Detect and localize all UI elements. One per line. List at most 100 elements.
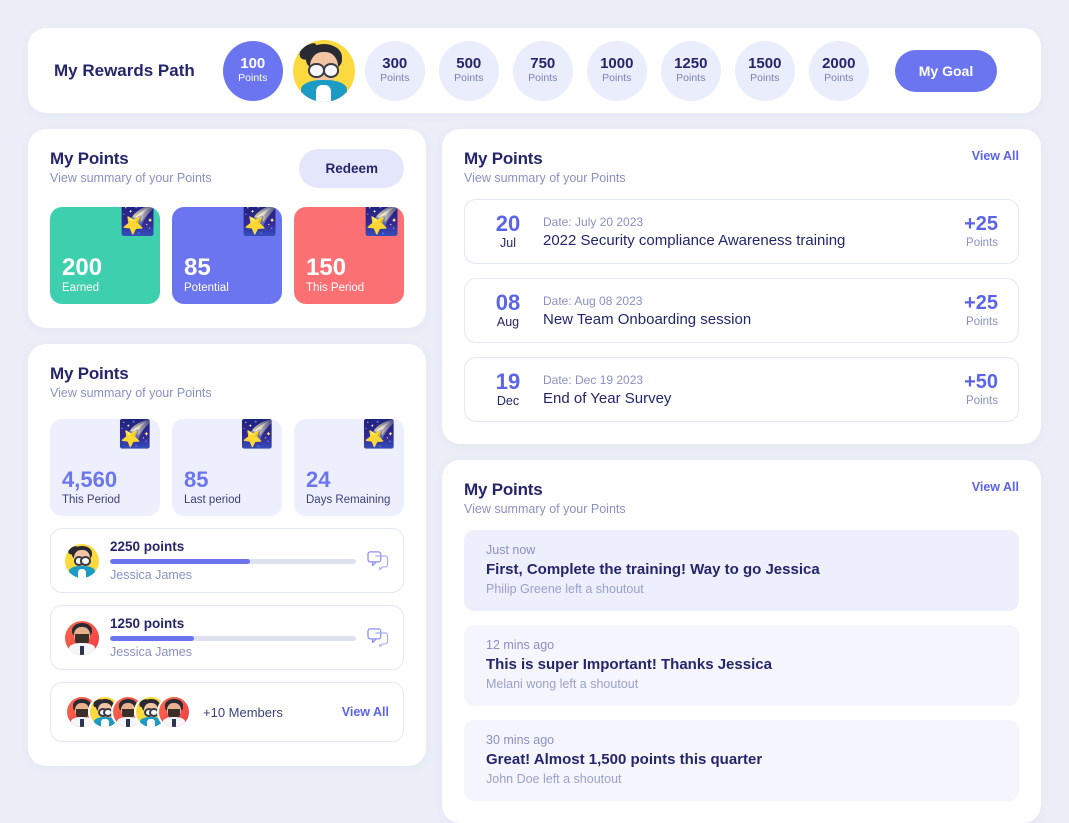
leaderboard-row-body: 1250 points Jessica James	[110, 616, 356, 659]
reward-step-500[interactable]: 500 Points	[438, 40, 499, 101]
points-summary-header: My Points View summary of your Points Re…	[50, 149, 404, 188]
reward-step-value: 300	[382, 55, 408, 73]
shooting-star-icon: 🌠	[118, 419, 152, 449]
entry-date-text: Date: July 20 2023	[543, 214, 644, 229]
members-count-label: +10 Members	[203, 704, 283, 720]
points-feed-card: My Points View summary of your Points Vi…	[442, 129, 1041, 444]
entry-points-block: +50 Points	[964, 372, 998, 407]
my-goal-button[interactable]: My Goal	[894, 49, 998, 92]
entry-day: 19	[495, 369, 521, 394]
entry-date-text: Date: Aug 08 2023	[543, 293, 643, 308]
reward-step-2000[interactable]: 2000 Points	[808, 40, 869, 101]
points-feed-heading: My Points View summary of your Points	[464, 149, 626, 185]
shoutouts-header: My Points View summary of your Points Vi…	[464, 480, 1019, 516]
shoutout-time: Just now	[486, 543, 536, 557]
chat-bubble-icon[interactable]	[367, 550, 389, 571]
points-summary-subtitle: View summary of your Points	[50, 171, 212, 185]
entry-day: 20	[495, 211, 521, 236]
points-feed-header: My Points View summary of your Points Vi…	[464, 149, 1019, 185]
leaderboard-row[interactable]: 2250 points Jessica James	[50, 528, 404, 593]
reward-step-unit: Points	[238, 72, 268, 85]
reward-step-1500[interactable]: 1500 Points	[734, 40, 795, 101]
leaderboard-row-body: 2250 points Jessica James	[110, 539, 356, 582]
rewards-path-card: My Rewards Path 100 Points 300 Points 500 Poi…	[28, 28, 1041, 113]
reward-step-unit: Points	[528, 72, 558, 85]
members-view-all-link[interactable]: View All	[342, 705, 389, 719]
stat-tile-last-period: 🌠 85 Last period	[172, 419, 282, 516]
reward-step-value: 500	[456, 55, 482, 73]
reward-step-value: 100	[240, 55, 266, 73]
shoutout-message: This is super Important! Thanks Jessica	[486, 656, 772, 673]
current-user-avatar	[292, 39, 355, 102]
points-summary-title: My Points	[50, 149, 129, 168]
shoutouts-title: My Points	[464, 480, 543, 499]
entry-date-text: Date: Dec 19 2023	[543, 372, 644, 387]
points-feed-view-all-link[interactable]: View All	[972, 149, 1019, 163]
points-entry[interactable]: 19 Dec Date: Dec 19 2023 End of Year Survey…	[464, 357, 1019, 422]
leaderboard-progress-bar	[110, 559, 356, 564]
leaderboard-row[interactable]: 1250 points Jessica James	[50, 605, 404, 670]
left-column: My Points View summary of your Points Re…	[28, 129, 426, 766]
members-row[interactable]: +10 Members View All	[50, 682, 404, 742]
right-column: My Points View summary of your Points Vi…	[442, 129, 1041, 823]
shoutout-message: Great! Almost 1,500 points this quarter	[486, 751, 763, 768]
reward-step-unit: Points	[676, 72, 706, 85]
shooting-star-icon: 🌠	[363, 207, 400, 237]
reward-step-value: 1000	[600, 55, 634, 73]
leaderboard-name: Jessica James	[110, 568, 192, 582]
leaderboard-points: 2250 points	[110, 539, 185, 554]
chat-bubble-icon[interactable]	[367, 627, 389, 648]
entry-points-unit: Points	[966, 395, 998, 407]
reward-step-100[interactable]: 100 Points	[222, 40, 283, 101]
summary-tile-value: 85	[184, 253, 211, 281]
reward-step-750[interactable]: 750 Points	[512, 40, 573, 101]
entry-points-block: +25 Points	[964, 214, 998, 249]
shoutout-time: 12 mins ago	[486, 638, 555, 652]
stat-tile-value: 24	[306, 466, 331, 492]
points-summary-heading: My Points View summary of your Points	[50, 149, 212, 185]
shoutout-item[interactable]: 12 mins ago This is super Important! Than…	[464, 625, 1019, 706]
shoutout-author: John Doe left a shoutout	[486, 772, 622, 786]
entry-title: 2022 Security compliance Awareness train…	[543, 231, 846, 249]
leaderboard-points: 1250 points	[110, 616, 185, 631]
entry-title: New Team Onboarding session	[543, 310, 752, 328]
entry-body: Date: Dec 19 2023 End of Year Survey	[543, 373, 964, 407]
stat-tile-days-remaining: 🌠 24 Days Remaining	[294, 419, 404, 516]
leaderboard-name: Jessica James	[110, 645, 192, 659]
entry-month: Dec	[496, 394, 520, 408]
shooting-star-icon: 🌠	[240, 419, 274, 449]
leaderboard-list: 2250 points Jessica James 1250 points Jessi…	[50, 528, 404, 670]
reward-step-1250[interactable]: 1250 Points	[660, 40, 721, 101]
stat-tile-this-period: 🌠 4,560 This Period	[50, 419, 160, 516]
reward-step-value: 1500	[748, 55, 782, 73]
dashboard-page: My Rewards Path 100 Points 300 Points 500 Poi…	[0, 0, 1069, 823]
shoutout-item[interactable]: Just now First, Complete the training! Wa…	[464, 530, 1019, 611]
points-summary-tiles: 🌠 200 Earned 🌠 85 Potential 🌠 150 This Period	[50, 207, 404, 304]
entry-points-unit: Points	[966, 316, 998, 328]
summary-tile-label: Earned	[62, 282, 100, 294]
entry-points-value: +25	[964, 292, 998, 314]
summary-tile-potential: 🌠 85 Potential	[172, 207, 282, 304]
points-entry[interactable]: 08 Aug Date: Aug 08 2023 New Team Onboardin…	[464, 278, 1019, 343]
points-entry[interactable]: 20 Jul Date: July 20 2023 2022 Security com…	[464, 199, 1019, 264]
shoutout-item[interactable]: 30 mins ago Great! Almost 1,500 points th…	[464, 720, 1019, 801]
stat-tile-label: This Period	[62, 494, 121, 506]
reward-step-1000[interactable]: 1000 Points	[586, 40, 647, 101]
shoutouts-view-all-link[interactable]: View All	[972, 480, 1019, 494]
entry-title: End of Year Survey	[543, 389, 672, 407]
stat-tile-label: Days Remaining	[306, 494, 391, 506]
shooting-star-icon: 🌠	[119, 207, 156, 237]
member-avatar-stack	[65, 695, 191, 729]
summary-tile-this-period: 🌠 150 This Period	[294, 207, 404, 304]
summary-tile-label: Potential	[184, 282, 229, 294]
summary-tile-label: This Period	[306, 282, 365, 294]
entry-date-block: 19 Dec	[485, 369, 531, 409]
reward-step-300[interactable]: 300 Points	[364, 40, 425, 101]
points-stat-tiles: 🌠 4,560 This Period 🌠 85 Last period 🌠 24 Days R…	[50, 419, 404, 516]
points-stats-title: My Points	[50, 364, 129, 383]
points-stats-heading: My Points View summary of your Points	[50, 364, 404, 400]
redeem-button[interactable]: Redeem	[299, 149, 404, 188]
entry-day: 08	[495, 290, 521, 315]
shooting-star-icon: 🌠	[241, 207, 278, 237]
summary-tile-value: 200	[62, 253, 103, 281]
